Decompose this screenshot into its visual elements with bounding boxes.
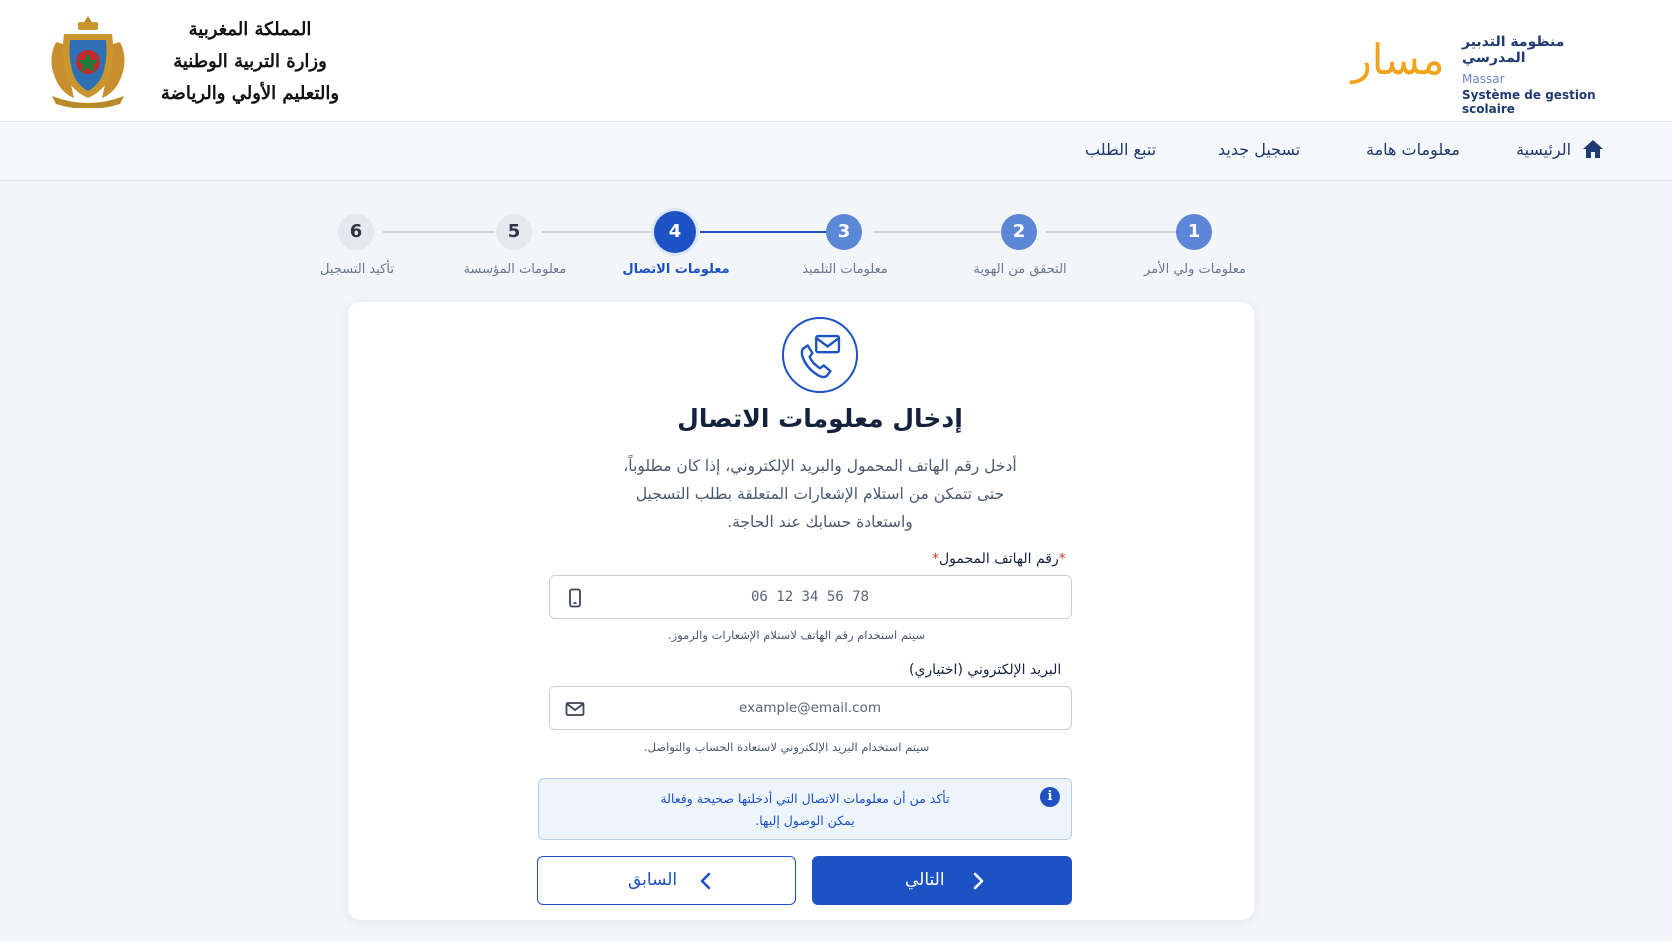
site-header: المملكة المغربية وزارة التربية الوطنية و… (0, 0, 1672, 122)
next-button[interactable]: التالي (812, 856, 1072, 905)
step-connector-4-3 (700, 231, 827, 233)
step-connector-3-2 (873, 231, 1000, 233)
email-field[interactable] (549, 686, 1072, 730)
chevron-right-icon (973, 872, 984, 890)
description-line-3: واستعادة حسابك عند الحاجة. (727, 513, 913, 531)
massar-title-ar: منظومة التدبير المدرسي (1462, 34, 1565, 66)
chevron-left-icon (700, 872, 711, 890)
phone-label-text: رقم الهاتف المحمول (939, 551, 1059, 567)
email-input[interactable] (590, 687, 1030, 729)
email-hint: سيتم استخدام البريد الإلكتروني لاستعادة … (644, 740, 930, 754)
info-notice-text: تأكد من أن معلومات الاتصال التي أدخلتها … (600, 788, 1010, 832)
step-6-circle: 6 (338, 214, 374, 250)
step-3-label: معلومات التلميذ (802, 262, 888, 277)
envelope-icon (565, 702, 585, 716)
ministry-line-3: والتعليم الأولي والرياضة (160, 83, 340, 104)
phone-email-icon (782, 317, 858, 393)
step-connector-2-1 (1046, 231, 1176, 233)
moroccan-coat-of-arms-icon (51, 16, 125, 108)
step-connector-6-5 (383, 231, 495, 233)
info-line-2: يمكن الوصول إليها. (755, 813, 855, 828)
massar-logo: مسار (1349, 35, 1444, 85)
nav-home[interactable]: الرئيسية (1516, 140, 1571, 159)
step-1-label: معلومات ولي الأمر (1144, 262, 1246, 277)
description-line-2: حتى تتمكن من استلام الإشعارات المتعلقة ب… (635, 485, 1005, 503)
step-2-circle: 2 (1001, 214, 1037, 250)
required-mark: * (1058, 551, 1066, 567)
massar-brand-text: منظومة التدبير المدرسي Massar Système de… (1462, 34, 1612, 116)
next-button-label: التالي (905, 870, 945, 890)
info-line-1: تأكد من أن معلومات الاتصال التي أدخلتها … (660, 791, 950, 806)
info-icon: i (1040, 787, 1060, 807)
main-navigation: الرئيسية معلومات هامة تسجيل جديد تتبع ال… (0, 122, 1672, 181)
step-1-circle: 1 (1176, 214, 1212, 250)
step-4-label: معلومات الاتصال (622, 262, 730, 277)
ministry-name: المملكة المغربية وزارة التربية الوطنية و… (150, 14, 350, 110)
required-mark-trailing: * (932, 551, 939, 567)
nav-new-registration[interactable]: تسجيل جديد (1218, 140, 1300, 159)
ministry-line-1: المملكة المغربية (188, 19, 312, 40)
step-6-label: تأكيد التسجيل (320, 262, 394, 277)
phone-hint: سيتم استخدام رقم الهاتف لاستلام الإشعارا… (668, 628, 926, 642)
card-description: أدخل رقم الهاتف المحمول والبريد الإلكترو… (560, 452, 1080, 536)
nav-track-request[interactable]: تتبع الطلب (1085, 140, 1156, 159)
phone-label: *رقم الهاتف المحمول* (932, 551, 1066, 567)
massar-name-fr: Massar (1462, 72, 1505, 86)
phone-input[interactable] (590, 576, 1030, 618)
step-5-label: معلومات المؤسسة (463, 262, 567, 277)
phone-field[interactable] (549, 575, 1072, 619)
card-title: إدخال معلومات الاتصال (677, 404, 963, 433)
ministry-line-2: وزارة التربية الوطنية (173, 51, 327, 72)
massar-logo-text: مسار (1349, 35, 1444, 85)
nav-important-info[interactable]: معلومات هامة (1366, 140, 1460, 159)
description-line-1: أدخل رقم الهاتف المحمول والبريد الإلكترو… (623, 457, 1017, 475)
step-2-label: التحقق من الهوية (973, 262, 1067, 277)
step-3-circle: 3 (826, 214, 862, 250)
massar-subtitle-fr: Système de gestion scolaire (1462, 88, 1596, 116)
step-4-circle: 4 (654, 211, 696, 253)
previous-button-label: السابق (628, 870, 678, 890)
home-icon[interactable] (1582, 138, 1604, 160)
mobile-phone-icon (569, 588, 581, 608)
previous-button[interactable]: السابق (537, 856, 796, 905)
step-connector-5-4 (542, 231, 654, 233)
email-label: البريد الإلكتروني (اختياري) (909, 662, 1062, 678)
step-5-circle: 5 (496, 214, 532, 250)
